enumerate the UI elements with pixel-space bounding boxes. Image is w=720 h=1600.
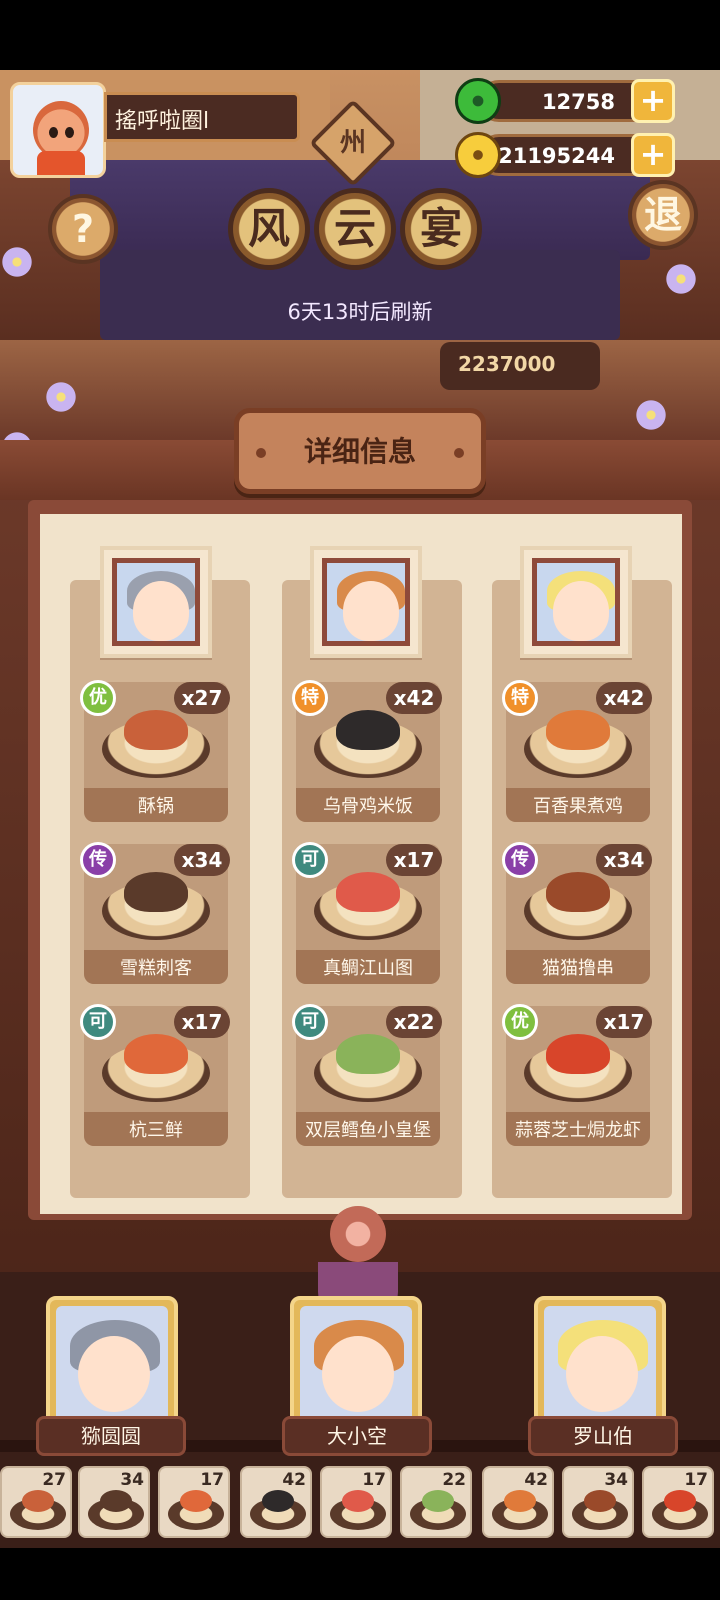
avatar-eye	[65, 127, 74, 138]
dish-name: 乌骨鸡米饭	[323, 796, 413, 817]
dish-quantity: x17	[386, 844, 442, 876]
dish-card[interactable]: 可 x17 杭三鲜	[80, 1004, 230, 1146]
event-title-char: 云	[314, 188, 396, 270]
dish-food	[546, 1034, 610, 1074]
slot-count: 17	[200, 1470, 224, 1490]
event-title-char: 风	[228, 188, 310, 270]
chef-portrait	[310, 546, 422, 658]
slot-count: 42	[282, 1470, 306, 1490]
dish-slot[interactable]: 17	[320, 1466, 392, 1538]
dish-card[interactable]: 传 x34 雪糕刺客	[80, 842, 230, 984]
flower-decoration	[0, 245, 34, 279]
jade-value: 12758	[541, 90, 615, 114]
help-button[interactable]: ?	[48, 194, 118, 264]
slot-count: 22	[442, 1470, 466, 1490]
dish-slot[interactable]: 42	[482, 1466, 554, 1538]
dish-quantity: x27	[174, 682, 230, 714]
dish-card[interactable]: 特 x42 乌骨鸡米饭	[292, 680, 442, 822]
dish-food	[336, 1034, 400, 1074]
coin-icon	[455, 132, 501, 178]
chef-name: 大小空	[282, 1416, 432, 1456]
dish-food	[124, 872, 188, 912]
exit-button[interactable]: 退	[628, 180, 698, 250]
coin-value: 21195244	[498, 144, 615, 168]
dish-food	[124, 1034, 188, 1074]
dish-card[interactable]: 可 x17 真鲷江山图	[292, 842, 442, 984]
dish-name: 蒜蓉芝士焗龙虾	[515, 1120, 641, 1141]
event-score: 2237000	[440, 342, 600, 390]
flower-decoration	[44, 380, 78, 414]
chef-portrait	[520, 546, 632, 658]
grade-badge: 特	[292, 680, 328, 716]
grade-badge: 可	[80, 1004, 116, 1040]
dish-slot[interactable]: 17	[158, 1466, 230, 1538]
slot-count: 34	[604, 1470, 628, 1490]
dish-food	[336, 872, 400, 912]
grade-badge: 优	[80, 680, 116, 716]
slot-count: 17	[362, 1470, 386, 1490]
dish-quantity: x17	[596, 1006, 652, 1038]
dish-food	[546, 872, 610, 912]
dish-quantity: x17	[174, 1006, 230, 1038]
status-bar	[0, 0, 720, 70]
grade-badge: 传	[80, 842, 116, 878]
dish-card[interactable]: 优 x27 酥锅	[80, 680, 230, 822]
dish-slot[interactable]: 27	[0, 1466, 72, 1538]
dish-quantity: x22	[386, 1006, 442, 1038]
dish-slot[interactable]: 22	[400, 1466, 472, 1538]
dish-slot[interactable]: 17	[642, 1466, 714, 1538]
grade-badge: 可	[292, 1004, 328, 1040]
detail-info-label: 详细信息	[303, 435, 416, 468]
dish-card[interactable]: 传 x34 猫猫撸串	[502, 842, 652, 984]
dish-name: 百香果煮鸡	[533, 796, 623, 817]
jade-counter: 12758 +	[478, 79, 675, 123]
dish-quantity: x34	[174, 844, 230, 876]
grade-badge: 特	[502, 680, 538, 716]
jade-icon	[455, 78, 501, 124]
dish-slot[interactable]: 42	[240, 1466, 312, 1538]
avatar-eye	[49, 127, 58, 138]
chef-name: 猕圆圆	[36, 1416, 186, 1456]
grade-badge: 传	[502, 842, 538, 878]
grade-badge: 优	[502, 1004, 538, 1040]
dish-quantity: x42	[596, 682, 652, 714]
chef-portrait	[100, 546, 212, 658]
event-title-char: 宴	[400, 188, 482, 270]
dish-card[interactable]: 特 x42 百香果煮鸡	[502, 680, 652, 822]
knot-ornament	[330, 1206, 386, 1262]
dish-name: 杭三鲜	[129, 1120, 183, 1141]
dish-name: 双层鳕鱼小皇堡	[305, 1120, 431, 1141]
add-jade-button[interactable]: +	[631, 79, 675, 123]
dish-slot[interactable]: 34	[562, 1466, 634, 1538]
refresh-timer: 6天13时后刷新	[287, 300, 433, 324]
dish-name: 真鲷江山图	[323, 958, 413, 979]
dish-name: 猫猫撸串	[542, 958, 614, 979]
dish-quantity: x34	[596, 844, 652, 876]
dish-food	[546, 710, 610, 750]
avatar-body	[37, 151, 85, 175]
dish-food	[124, 710, 188, 750]
dish-food	[336, 710, 400, 750]
add-coin-button[interactable]: +	[631, 133, 675, 177]
slot-count: 34	[120, 1470, 144, 1490]
region-badge-label: 州	[339, 128, 366, 158]
dish-quantity: x42	[386, 682, 442, 714]
dish-slot[interactable]: 34	[78, 1466, 150, 1538]
coin-counter: 21195244 +	[478, 133, 675, 177]
flower-decoration	[664, 262, 698, 296]
slot-count: 17	[684, 1470, 708, 1490]
chef-name: 罗山伯	[528, 1416, 678, 1456]
flower-decoration	[634, 398, 668, 432]
navigation-bar	[0, 1548, 720, 1600]
dish-name: 酥锅	[138, 796, 174, 817]
dish-name: 雪糕刺客	[120, 958, 192, 979]
slot-count: 27	[42, 1470, 66, 1490]
slot-count: 42	[524, 1470, 548, 1490]
grade-badge: 可	[292, 842, 328, 878]
player-name[interactable]: 搖呼啦圈l	[104, 92, 300, 142]
player-avatar[interactable]	[10, 82, 106, 178]
dish-card[interactable]: 优 x17 蒜蓉芝士焗龙虾	[502, 1004, 652, 1146]
dish-card[interactable]: 可 x22 双层鳕鱼小皇堡	[292, 1004, 442, 1146]
